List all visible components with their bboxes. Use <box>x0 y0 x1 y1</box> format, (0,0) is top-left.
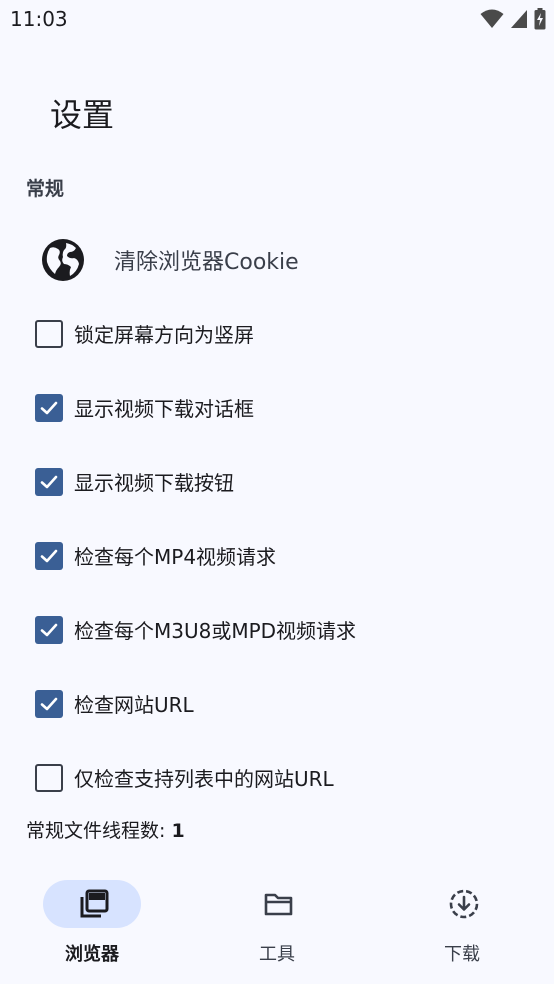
file-threads-value: 1 <box>171 820 185 842</box>
page-title: 设置 <box>50 96 115 134</box>
check-label-lock-portrait: 锁定屏幕方向为竖屏 <box>74 323 254 347</box>
cellular-signal-icon <box>511 10 527 28</box>
browser-tabs-icon <box>80 889 109 918</box>
checkbox-check-site-url[interactable] <box>35 690 63 718</box>
download-icon <box>449 889 479 919</box>
nav-item-downloads[interactable]: 下载 <box>370 862 554 984</box>
check-row-show-download-button[interactable]: 显示视频下载按钮 <box>0 456 554 506</box>
checkbox-supported-list-only[interactable] <box>35 764 63 792</box>
checkmark-icon <box>40 697 58 711</box>
nav-item-tools[interactable]: 工具 <box>185 862 369 984</box>
nav-label-downloads: 下载 <box>444 944 480 965</box>
check-label-show-download-dialog: 显示视频下载对话框 <box>74 397 254 421</box>
nav-label-browser: 浏览器 <box>65 944 119 965</box>
clear-cookie-label: 清除浏览器Cookie <box>114 250 299 275</box>
checkmark-icon <box>40 549 58 563</box>
status-bar: 11:03 <box>0 0 554 40</box>
battery-charging-icon <box>534 8 546 30</box>
check-label-check-mp4: 检查每个MP4视频请求 <box>74 545 277 569</box>
nav-label-tools: 工具 <box>259 944 295 965</box>
checkbox-check-mp4[interactable] <box>35 542 63 570</box>
check-row-check-mp4[interactable]: 检查每个MP4视频请求 <box>0 530 554 580</box>
check-label-check-site-url: 检查网站URL <box>74 693 194 717</box>
check-row-lock-portrait[interactable]: 锁定屏幕方向为竖屏 <box>0 308 554 358</box>
folder-icon <box>264 893 293 916</box>
file-threads-setting[interactable]: 常规文件线程数: 1 <box>26 816 185 843</box>
checkmark-icon <box>40 401 58 415</box>
bottom-navigation: 浏览器 工具 下载 <box>0 862 554 984</box>
checkbox-show-download-button[interactable] <box>35 468 63 496</box>
wifi-icon <box>480 9 504 28</box>
status-icons <box>480 8 546 30</box>
nav-item-browser[interactable]: 浏览器 <box>0 862 184 984</box>
checkbox-check-m3u8-mpd[interactable] <box>35 616 63 644</box>
check-row-supported-list-only[interactable]: 仅检查支持列表中的网站URL <box>0 752 554 802</box>
check-label-supported-list-only: 仅检查支持列表中的网站URL <box>74 767 334 791</box>
check-row-show-download-dialog[interactable]: 显示视频下载对话框 <box>0 382 554 432</box>
status-time: 11:03 <box>10 7 68 31</box>
check-row-check-site-url[interactable]: 检查网站URL <box>0 678 554 728</box>
globe-icon <box>42 239 84 281</box>
checkbox-lock-portrait[interactable] <box>35 320 63 348</box>
file-threads-label: 常规文件线程数: <box>26 820 172 842</box>
check-label-check-m3u8-mpd: 检查每个M3U8或MPD视频请求 <box>74 619 357 643</box>
checkmark-icon <box>40 623 58 637</box>
check-label-show-download-button: 显示视频下载按钮 <box>74 471 234 495</box>
section-header-general: 常规 <box>26 178 65 200</box>
clear-cookie-preference[interactable]: 清除浏览器Cookie <box>0 230 554 290</box>
checkmark-icon <box>40 475 58 489</box>
checkbox-show-download-dialog[interactable] <box>35 394 63 422</box>
check-row-check-m3u8-mpd[interactable]: 检查每个M3U8或MPD视频请求 <box>0 604 554 654</box>
